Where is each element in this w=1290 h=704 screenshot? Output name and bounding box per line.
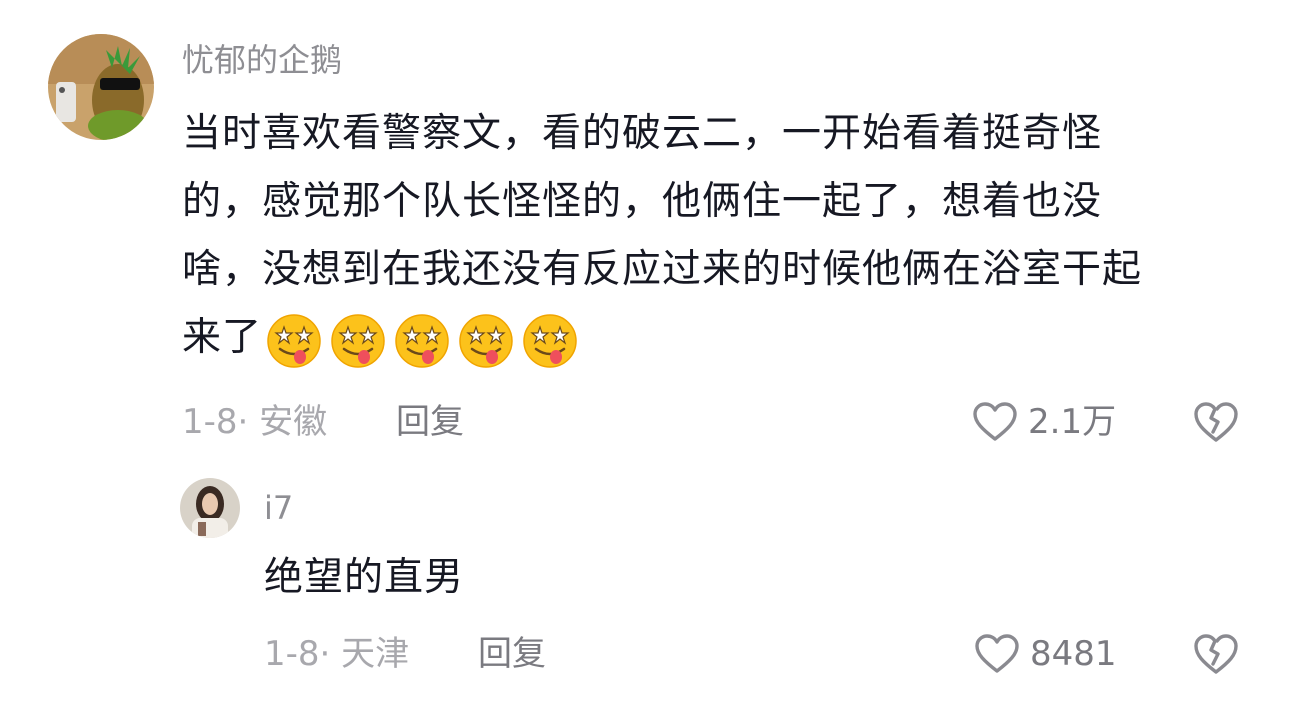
reply-button[interactable]: 回复	[478, 632, 546, 676]
comment-thread: 忧郁的企鹅 当时喜欢看警察文，看的破云二，一开始看着挺奇怪 的，感觉那个队长怪怪…	[0, 0, 1290, 704]
comment-line: 来了	[182, 315, 263, 360]
comment-line: 啥，没想到在我还没有反应过来的时候他俩在浴室干起	[182, 247, 1143, 292]
like-count: 8481	[1030, 634, 1117, 674]
drooling-face-emoji	[395, 314, 449, 368]
like-button[interactable]: 8481	[974, 632, 1117, 676]
reply-username[interactable]: i7	[264, 488, 293, 528]
reply-date-location: 1-8· 天津	[264, 634, 410, 674]
emoji-row	[266, 306, 586, 374]
dislike-button[interactable]	[1192, 632, 1240, 676]
heart-outline-icon	[975, 634, 1019, 673]
drooling-face-emoji	[459, 314, 513, 368]
drooling-face-emoji	[267, 314, 321, 368]
heart-outline-icon	[973, 402, 1017, 441]
broken-heart-icon	[1194, 402, 1238, 442]
like-button[interactable]: 2.1万	[972, 400, 1116, 444]
broken-heart-icon	[1194, 634, 1238, 674]
like-count: 2.1万	[1028, 402, 1117, 442]
reply-body: 绝望的直男	[264, 555, 465, 600]
reply-button[interactable]: 回复	[396, 400, 464, 444]
comment-date-location: 1-8· 安徽	[182, 402, 328, 442]
comment-body: 当时喜欢看警察文，看的破云二，一开始看着挺奇怪 的，感觉那个队长怪怪的，他俩住一…	[182, 100, 1252, 374]
drooling-face-emoji	[523, 314, 577, 368]
comment-line: 当时喜欢看警察文，看的破云二，一开始看着挺奇怪	[182, 111, 1103, 156]
drooling-face-emoji	[331, 314, 385, 368]
avatar[interactable]	[180, 478, 240, 538]
comment-line-last: 来了	[182, 304, 1252, 374]
comment-line: 的，感觉那个队长怪怪的，他俩住一起了，想着也没	[182, 179, 1103, 224]
comment-username[interactable]: 忧郁的企鹅	[182, 40, 342, 80]
avatar[interactable]	[48, 34, 154, 140]
dislike-button[interactable]	[1192, 400, 1240, 444]
